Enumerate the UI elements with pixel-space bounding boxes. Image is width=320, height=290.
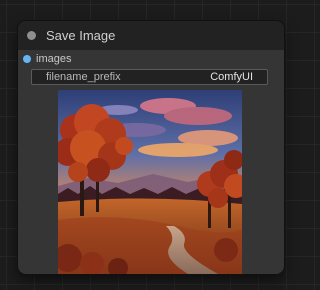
- images-input-label: images: [36, 53, 72, 65]
- images-input-row: images: [18, 51, 71, 67]
- collapse-toggle[interactable]: [27, 31, 36, 40]
- node-header[interactable]: Save Image: [18, 21, 284, 50]
- save-image-node[interactable]: Save Image images filename_prefix ComfyU…: [18, 21, 284, 274]
- images-input-slot[interactable]: [23, 55, 31, 63]
- filename-prefix-value: ComfyUI: [210, 71, 253, 83]
- autumn-landscape-image: [58, 90, 242, 274]
- filename-prefix-label: filename_prefix: [46, 71, 121, 83]
- filename-prefix-widget[interactable]: filename_prefix ComfyUI: [31, 69, 268, 85]
- image-preview[interactable]: [58, 90, 242, 274]
- node-title: Save Image: [46, 28, 116, 43]
